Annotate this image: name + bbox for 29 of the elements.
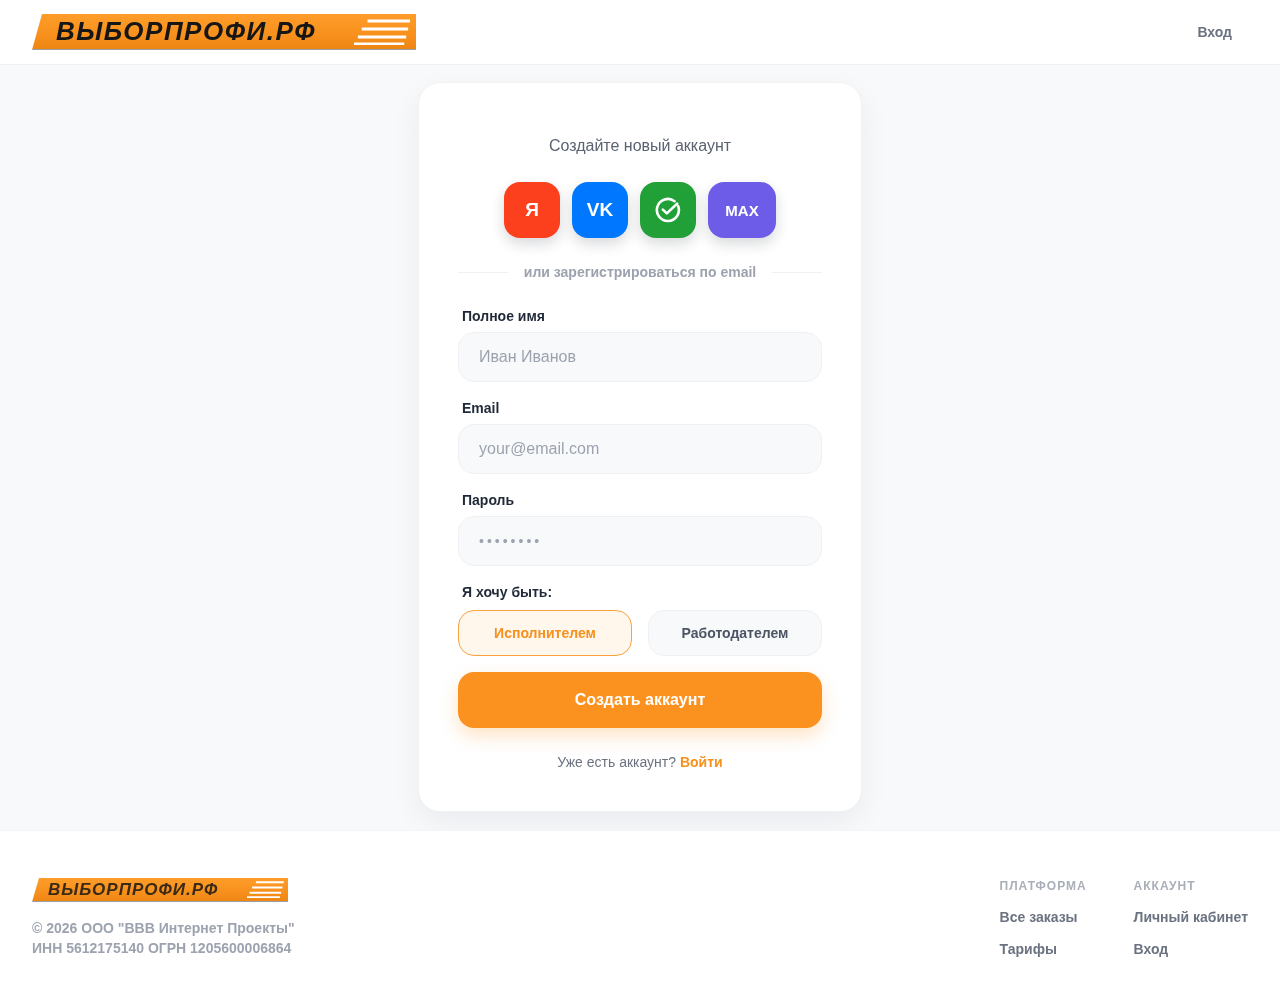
logo-link[interactable]: ВЫБОРПРОФИ.РФ: [32, 14, 416, 50]
divider-text: или зарегистрироваться по email: [523, 263, 757, 282]
field-label: Полное имя: [461, 307, 546, 326]
speed-lines-icon: [354, 18, 412, 45]
role-option[interactable]: Работодателем: [648, 610, 822, 656]
card-title: Создайте новый аккаунт: [547, 136, 733, 156]
social-login-button[interactable]: [640, 182, 696, 238]
input-field[interactable]: Иван Иванов: [458, 332, 822, 382]
column-heading: ПЛАТФОРМА: [999, 878, 1088, 894]
speed-lines-icon: [247, 881, 285, 898]
legal-info-text: ИНН 5612175140 ОГРН 1205600006864: [32, 939, 293, 958]
column-heading: АККАУНТ: [1133, 878, 1197, 894]
field-label: Я хочу быть:: [461, 583, 554, 602]
check-circle-icon: [655, 197, 681, 223]
field-label: Пароль: [461, 491, 516, 510]
footer-link[interactable]: Вход: [1133, 939, 1248, 959]
login-prompt: Уже есть аккаунт? Войти: [556, 753, 724, 772]
social-login-button[interactable]: Я: [504, 182, 560, 238]
footer-link[interactable]: Тарифы: [999, 939, 1094, 959]
social-login-button[interactable]: VK: [572, 182, 628, 238]
input-field[interactable]: your@email.com: [458, 424, 822, 474]
copyright-text: © 2026 ООО "ВВВ Интернет Проекты": [32, 919, 295, 938]
field-label: Email: [461, 399, 501, 418]
social-login-button[interactable]: MAX: [708, 182, 776, 238]
input-field[interactable]: ••••••••: [458, 516, 822, 566]
footer-link[interactable]: Личный кабинет: [1133, 907, 1248, 927]
login-link[interactable]: Вход: [1181, 16, 1248, 48]
logo-link[interactable]: ВЫБОРПРОФИ.РФ: [32, 878, 288, 902]
footer-link[interactable]: Все заказы: [999, 907, 1094, 927]
